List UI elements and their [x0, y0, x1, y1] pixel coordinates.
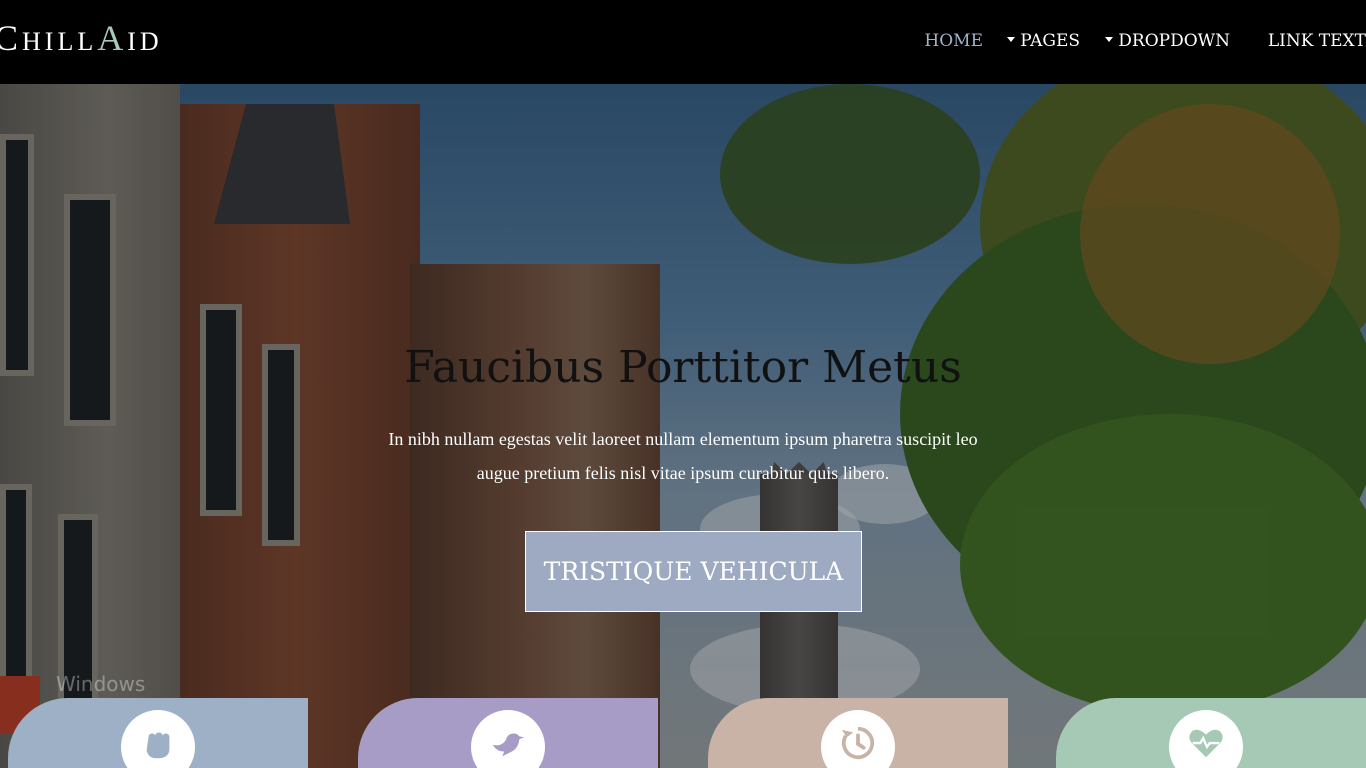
- card-icon-circle: [821, 710, 895, 768]
- card-icon-circle: [1169, 710, 1243, 768]
- caret-down-icon: [1007, 37, 1016, 42]
- feature-card-4[interactable]: [1056, 698, 1366, 768]
- hand-fist-icon: [146, 732, 170, 759]
- hero-description: In nibh nullam egestas velit laoreet nul…: [388, 429, 978, 483]
- logo-middle: HILL: [22, 27, 98, 56]
- dove-icon: [492, 733, 525, 757]
- history-icon: [841, 726, 875, 760]
- windows-watermark: Windows: [56, 672, 146, 696]
- feature-card-2[interactable]: [358, 698, 658, 768]
- nav-home[interactable]: HOME: [924, 31, 983, 51]
- card-icon-circle: [471, 710, 545, 768]
- heartbeat-icon: [1189, 729, 1223, 758]
- feature-card-1[interactable]: [8, 698, 308, 768]
- card-icon-circle: [121, 710, 195, 768]
- nav-link-text[interactable]: LINK TEXT: [1268, 31, 1366, 51]
- hero-section: Faucibus Porttitor Metus In nibh nullam …: [0, 84, 1366, 768]
- feature-card-3[interactable]: [708, 698, 1008, 768]
- logo-end: ID: [127, 27, 163, 56]
- nav-pages-label: PAGES: [1020, 31, 1080, 51]
- hero-title: Faucibus Porttitor Metus: [404, 342, 962, 393]
- caret-down-icon: [1105, 37, 1114, 42]
- nav-dropdown-label: DROPDOWN: [1118, 31, 1230, 51]
- nav-dropdown[interactable]: DROPDOWN: [1105, 31, 1230, 51]
- logo-accent-letter: A: [97, 18, 128, 58]
- cta-button[interactable]: TRISTIQUE VEHICULA: [525, 531, 862, 612]
- top-navbar: CHILLAID HOME PAGES DROPDOWN LINK TEXT: [0, 0, 1366, 84]
- nav-pages[interactable]: PAGES: [1007, 31, 1080, 51]
- brand-logo[interactable]: CHILLAID: [0, 20, 163, 56]
- logo-first-letter: C: [0, 18, 23, 58]
